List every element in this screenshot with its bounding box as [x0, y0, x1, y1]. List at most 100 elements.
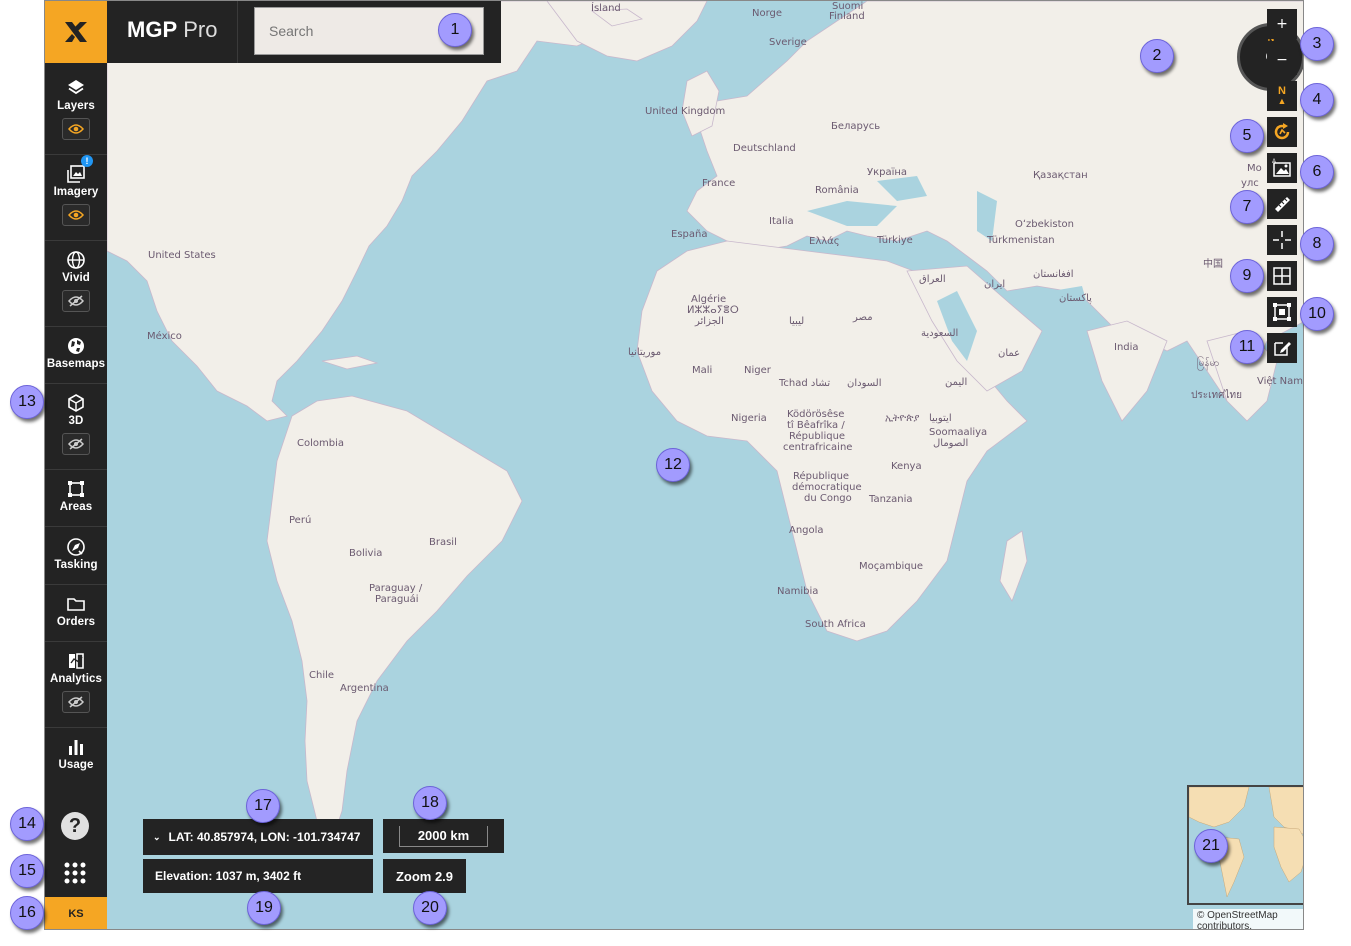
eye-icon [68, 124, 84, 134]
north-up-label: N [1278, 85, 1286, 97]
map-label: موريتانيا [628, 347, 662, 358]
sidebar-item-tasking[interactable]: Tasking [45, 536, 107, 571]
map-label: démocratique [792, 482, 862, 493]
imagery-visibility-toggle[interactable] [62, 204, 90, 226]
map-label: ኢትዮጵያ [885, 413, 920, 424]
vivid-visibility-toggle[interactable] [62, 290, 90, 312]
sidebar-item-analytics[interactable]: Analytics [45, 650, 107, 713]
layers-visibility-toggle[interactable] [62, 118, 90, 140]
callout-marker: 12 [656, 448, 690, 482]
callout-marker: 18 [413, 786, 447, 820]
map-label: United Kingdom [645, 106, 726, 117]
3d-visibility-toggle[interactable] [62, 433, 90, 455]
map-canvas[interactable]: Ísland Norge Suomi Finland Sverige Unite… [107, 1, 1304, 929]
callout-marker: 7 [1230, 190, 1264, 224]
refresh-icon [1274, 123, 1290, 140]
analytics-icon [65, 650, 87, 672]
map-label: Ködörösêse [787, 409, 845, 420]
callout-marker: 17 [246, 789, 280, 823]
app-launcher-button[interactable] [63, 861, 87, 885]
grid-button[interactable] [1267, 261, 1297, 291]
callout-marker: 4 [1300, 83, 1334, 117]
zoom-in-label: + [1276, 16, 1288, 32]
coordinates-readout[interactable]: ⌄ LAT: 40.857974, LON: -101.734747 [143, 819, 373, 855]
help-button[interactable]: ? [61, 812, 89, 840]
sidebar-item-imagery[interactable]: ! Imagery [45, 155, 107, 226]
chevron-down-icon[interactable]: ⌄ [153, 832, 161, 843]
map-attribution[interactable]: © OpenStreetMap contributors. [1193, 909, 1303, 929]
map-label: Bolivia [349, 548, 383, 559]
map-label: Angola [789, 525, 824, 536]
map-label: centrafricaine [783, 442, 853, 453]
callout-marker: 16 [10, 896, 44, 930]
callout-marker: 2 [1140, 39, 1174, 73]
sidebar-item-vivid[interactable]: Vivid [45, 249, 107, 312]
map-label: Paraguay / [369, 583, 423, 594]
callout-marker: 5 [1230, 119, 1264, 153]
map-label: Perú [289, 515, 312, 526]
refresh-view-button[interactable] [1267, 117, 1297, 147]
sidebar-item-basemaps[interactable]: Basemaps [45, 335, 107, 370]
sidebar-item-3d[interactable]: 3D [45, 392, 107, 455]
eye-icon [68, 210, 84, 220]
eye-off-icon [68, 438, 84, 450]
draw-area-button[interactable] [1267, 297, 1297, 327]
map-label: Colombia [297, 438, 344, 449]
edit-pencil-icon [1274, 342, 1291, 356]
maxar-logo[interactable] [45, 1, 107, 63]
help-icon: ? [68, 814, 82, 837]
map-label: Paraguái [375, 594, 419, 605]
header-divider [237, 1, 238, 63]
map-label: République [789, 431, 846, 442]
app-title: MGP Pro [127, 17, 218, 43]
sidebar-item-orders[interactable]: Orders [45, 593, 107, 628]
map-label: Mo [1247, 163, 1262, 174]
map-label: France [702, 178, 736, 189]
north-up-button[interactable]: N ▲ [1267, 81, 1297, 111]
map-label: Brasil [429, 537, 457, 548]
map-label: မြန်မာ [1197, 358, 1220, 369]
sidebar-item-label: Areas [59, 501, 93, 513]
sidebar-separator [45, 469, 107, 470]
map-label: مصر [853, 312, 873, 323]
elevation-text: Elevation: 1037 m, 3402 ft [155, 869, 302, 883]
sidebar-item-layers[interactable]: Layers [45, 77, 107, 140]
map-label: العراق [919, 274, 946, 285]
map-label: México [147, 331, 182, 342]
ruler-icon [1275, 197, 1290, 212]
map-label: Україна [867, 167, 908, 178]
map-label: United States [148, 250, 216, 261]
analytics-visibility-toggle[interactable] [62, 691, 90, 713]
zoom-in-button[interactable]: + [1267, 9, 1297, 39]
callout-marker: 1 [438, 13, 472, 47]
image-labels-button[interactable]: A [1267, 153, 1297, 183]
map-label: Việt Nam [1257, 376, 1304, 387]
measure-ruler-button[interactable] [1267, 189, 1297, 219]
callout-marker: 19 [247, 891, 281, 925]
map-label: ⵍⵣⵣⴰⵢⴻⵔ [687, 305, 739, 316]
zoom-out-button[interactable]: − [1267, 45, 1297, 75]
map-label: السعودية [921, 328, 959, 339]
layers-icon [65, 77, 87, 99]
sidebar-item-usage[interactable]: Usage [45, 736, 107, 771]
map-label: улс [1241, 178, 1259, 189]
callout-marker: 9 [1230, 259, 1264, 293]
map-label: السودان [847, 378, 882, 389]
annotate-edit-button[interactable] [1267, 333, 1297, 363]
sidebar-separator [45, 154, 107, 155]
map-label: España [671, 229, 708, 240]
map-label: Namibia [777, 586, 819, 597]
user-avatar-button[interactable]: KS [45, 897, 107, 929]
callout-marker: 20 [413, 891, 447, 925]
imagery-alert-badge: ! [81, 155, 93, 167]
map-label: Ελλάς [809, 236, 840, 247]
crosshair-button[interactable] [1267, 225, 1297, 255]
map-label: Mali [692, 365, 713, 376]
bar-chart-icon [65, 736, 87, 758]
map-label: Moçambique [859, 561, 924, 572]
sidebar-item-areas[interactable]: Areas [45, 478, 107, 513]
zoom-out-label: − [1276, 52, 1288, 68]
map-label: Nigeria [731, 413, 767, 424]
logo-x-icon [65, 22, 87, 42]
map-label: Argentina [340, 683, 389, 694]
